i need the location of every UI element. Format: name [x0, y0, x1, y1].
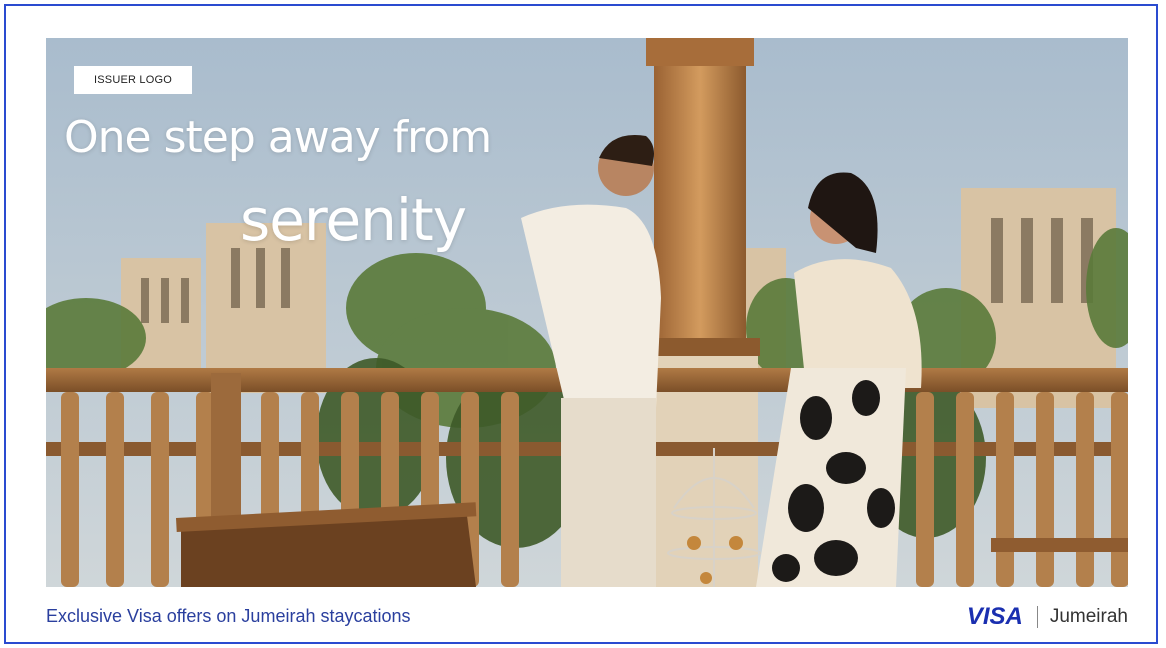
offer-tagline: Exclusive Visa offers on Jumeirah stayca… — [46, 606, 411, 626]
issuer-logo-placeholder: ISSUER LOGO — [74, 66, 192, 94]
headline-line-1: One step away from — [64, 112, 492, 163]
brand-divider — [1036, 606, 1038, 628]
jumeirah-logo: Jumeirah — [1049, 606, 1128, 627]
headline-line-2: serenity — [240, 186, 467, 254]
brand-lockup: VISA Jumeirah — [967, 602, 1128, 632]
visa-logo: VISA — [966, 603, 1023, 630]
